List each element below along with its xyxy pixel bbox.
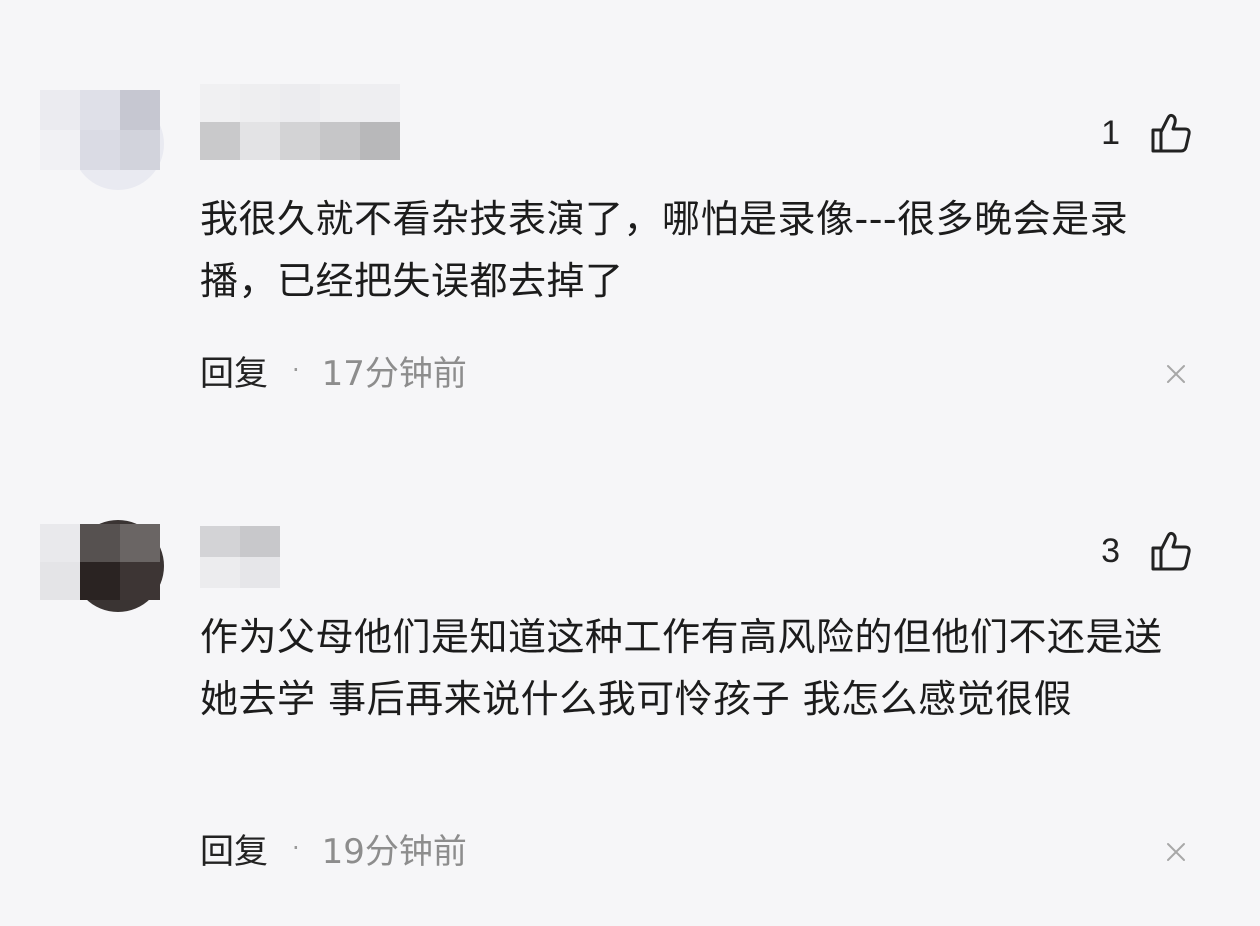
separator-dot: · — [292, 356, 300, 384]
comment-meta: 回复 · 19分钟前 — [200, 828, 467, 872]
comment-item: 3 作为父母他们是知道这种工作有高风险的但他们不还是送她去学 事后再来说什么我可… — [0, 460, 1260, 926]
timestamp: 17分钟前 — [321, 353, 467, 394]
like-count: 1 — [1101, 114, 1120, 152]
separator-dot: · — [292, 834, 300, 862]
comment-meta: 回复 · 17分钟前 — [200, 350, 467, 394]
like-count: 3 — [1101, 532, 1120, 570]
username-mosaic[interactable] — [200, 84, 400, 160]
reply-button[interactable]: 回复 — [200, 824, 268, 873]
close-icon[interactable] — [1164, 840, 1188, 864]
reply-button[interactable]: 回复 — [200, 346, 268, 395]
avatar-mosaic — [40, 524, 160, 600]
thumbs-up-icon[interactable] — [1148, 528, 1194, 574]
avatar-mosaic — [40, 90, 160, 170]
thumbs-up-icon[interactable] — [1148, 110, 1194, 156]
close-icon[interactable] — [1164, 362, 1188, 386]
timestamp: 19分钟前 — [321, 831, 467, 872]
comment-text: 我很久就不看杂技表演了，哪怕是录像---很多晚会是录播，已经把失误都去掉了 — [200, 197, 1129, 303]
username-mosaic[interactable] — [200, 526, 280, 588]
comment-text: 作为父母他们是知道这种工作有高风险的但他们不还是送她去学 事后再来说什么我可怜孩… — [200, 615, 1163, 721]
comment-item: 1 我很久就不看杂技表演了，哪怕是录像---很多晚会是录播，已经把失误都去掉了 … — [0, 0, 1260, 460]
